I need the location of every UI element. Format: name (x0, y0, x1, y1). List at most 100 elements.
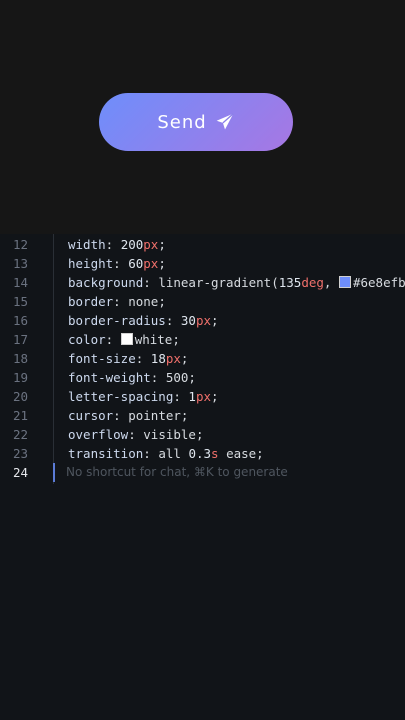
line-number: 21 (12, 408, 28, 423)
colon: : (173, 389, 189, 404)
unit-value: px (143, 256, 159, 271)
colon: : (113, 256, 129, 271)
unit-value: deg (301, 275, 324, 290)
unit-value: px (143, 237, 159, 252)
number-value: 0.3 (188, 446, 212, 461)
css-property: background (68, 275, 144, 290)
editor-line[interactable]: 13 height: 60px; (0, 254, 405, 273)
css-property: font-size (68, 351, 136, 366)
semicolon: ; (158, 256, 166, 271)
editor-line[interactable]: 22 overflow: visible; (0, 425, 405, 444)
css-property: border-radius (68, 313, 166, 328)
code-text: letter-spacing: 1px; (68, 387, 219, 406)
semicolon: ; (180, 351, 189, 366)
semicolon: ; (211, 389, 219, 404)
line-number: 14 (12, 275, 28, 290)
number-value: 200 (120, 237, 144, 252)
css-property: overflow (68, 427, 129, 442)
editor-line[interactable]: 17 color: white; (0, 330, 405, 349)
line-number: 15 (12, 294, 28, 309)
editor-line[interactable]: 16 border-radius: 30px; (0, 311, 405, 330)
css-property: color (68, 332, 106, 347)
unit-value: s (211, 446, 219, 461)
text-cursor (53, 463, 55, 482)
number-value: 60 (128, 256, 144, 271)
unit-value: px (195, 313, 212, 328)
value-text: all (158, 446, 189, 461)
code-text: border: none; (68, 292, 166, 311)
colon: : (113, 408, 129, 423)
colon: : (165, 313, 181, 328)
colon: : (128, 427, 144, 442)
code-text: border-radius: 30px; (68, 311, 219, 330)
preview-pane: Send (0, 0, 405, 234)
colon: : (135, 351, 151, 366)
ai-prompt-placeholder: No shortcut for chat, ⌘K to generate (66, 465, 288, 479)
editor-line[interactable]: 21 cursor: pointer; (0, 406, 405, 425)
css-property: cursor (68, 408, 114, 423)
line-number: 23 (12, 446, 28, 461)
line-number: 16 (12, 313, 28, 328)
number-value: 30 (180, 313, 196, 328)
css-property: font-weight (68, 370, 151, 385)
editor-line[interactable]: 19 font-weight: 500; (0, 368, 405, 387)
color-value: #6e8efb (352, 275, 405, 290)
value-text: linear-gradient( (158, 275, 279, 290)
number-value: 18 (150, 351, 166, 366)
color-swatch (338, 276, 351, 288)
code-text: width: 200px; (68, 235, 166, 254)
code-text: height: 60px; (68, 254, 166, 273)
line-number: 19 (12, 370, 28, 385)
colon: : (113, 294, 129, 309)
semicolon: ; (211, 313, 219, 328)
colon: : (143, 446, 159, 461)
code-text: transition: all 0.3s ease; (68, 444, 264, 463)
line-number: 18 (12, 351, 28, 366)
semicolon: ; (158, 237, 166, 252)
unit-value: px (165, 351, 181, 366)
line-number: 17 (12, 332, 28, 347)
css-property: width (68, 237, 106, 252)
colon: : (143, 275, 159, 290)
line-number: 20 (12, 389, 28, 404)
colon: : (150, 370, 166, 385)
code-text: color: white; (68, 330, 180, 349)
value-text: white; (134, 332, 180, 347)
value-text: 500; (165, 370, 196, 385)
number-value: 1 (188, 389, 196, 404)
number-value: 135 (278, 275, 302, 290)
paper-plane-icon (215, 112, 235, 132)
css-property: border (68, 294, 114, 309)
editor-line[interactable]: 23 transition: all 0.3s ease; (0, 444, 405, 463)
editor-line[interactable]: 20 letter-spacing: 1px; (0, 387, 405, 406)
value-text: pointer; (128, 408, 189, 423)
value-text: visible; (143, 427, 204, 442)
css-property: height (68, 256, 114, 271)
editor-line[interactable]: 14 background: linear-gradient(135deg, #6… (0, 273, 405, 292)
colon: : (105, 332, 121, 347)
line-number: 24 (12, 465, 28, 480)
value-text: none; (128, 294, 166, 309)
unit-value: px (195, 389, 212, 404)
css-property: transition (68, 446, 144, 461)
code-text: cursor: pointer; (68, 406, 188, 425)
code-editor[interactable]: 12 width: 200px; 13 height: 60px; 14 backgrou… (0, 234, 405, 720)
css-property: letter-spacing (68, 389, 174, 404)
code-text: font-weight: 500; (68, 368, 196, 387)
line-number: 13 (12, 256, 28, 271)
send-button-label: Send (157, 111, 207, 133)
value-text: ease; (218, 446, 264, 461)
line-number: 12 (12, 237, 28, 252)
line-number: 22 (12, 427, 28, 442)
value-text: , (323, 275, 339, 290)
code-text: background: linear-gradient(135deg, #6e8… (68, 273, 405, 292)
send-button[interactable]: Send (99, 93, 293, 151)
colon: : (105, 237, 121, 252)
editor-line[interactable]: 12 width: 200px; (0, 235, 405, 254)
code-text: font-size: 18px; (68, 349, 188, 368)
editor-line[interactable]: 15 border: none; (0, 292, 405, 311)
color-swatch (120, 333, 133, 345)
editor-line[interactable]: 18 font-size: 18px; (0, 349, 405, 368)
code-text: overflow: visible; (68, 425, 204, 444)
editor-line-active[interactable]: 24 No shortcut for chat, ⌘K to generate (0, 463, 405, 482)
